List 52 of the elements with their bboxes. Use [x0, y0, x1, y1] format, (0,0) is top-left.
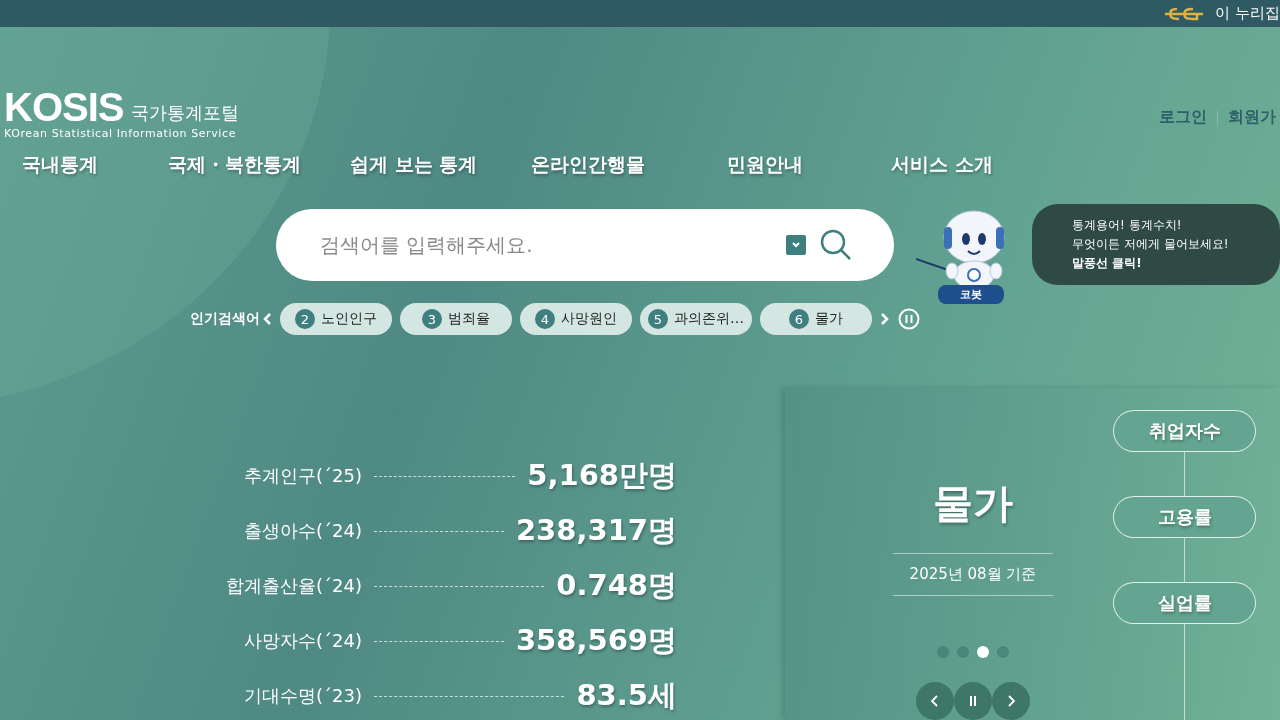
slide-dot[interactable]	[957, 646, 969, 658]
top-bar-text: 이 누리집	[1215, 4, 1280, 23]
chevron-left-icon	[929, 694, 941, 708]
keyword-chip[interactable]: 5 과의존위…	[640, 303, 752, 335]
logo-wordmark: KOSIS	[4, 89, 124, 125]
account-link[interactable]: 회원가	[1228, 107, 1276, 128]
previous-button[interactable]	[916, 682, 954, 720]
popular-keywords-label: 인기검색어	[190, 310, 260, 328]
keyword-chip[interactable]: 6 물가	[760, 303, 872, 335]
nav-menu-item[interactable]: 국제・북한통계	[168, 152, 350, 181]
stat-value: 238,317명	[515, 512, 677, 549]
chevron-right-icon	[1005, 694, 1017, 708]
indicator-tab[interactable]: 취업자수	[1113, 410, 1256, 452]
stat-label: 기대수명(´23)	[243, 684, 362, 708]
next-button[interactable]	[992, 682, 1030, 720]
stat-label: 합계출산율(´24)	[225, 574, 362, 598]
stat-label: 사망자수(´24)	[243, 629, 362, 653]
logo-subtitle: KOrean Statistical Information Service	[4, 127, 237, 140]
nav-menu-item[interactable]: 민원안내	[727, 152, 891, 181]
search-field[interactable]: 검색어를 입력해주세요.	[276, 209, 895, 281]
stat-label: 출생아수(´24)	[243, 519, 362, 543]
indicator-tab[interactable]: 고용률	[1113, 496, 1256, 538]
stat-value: 358,569명	[515, 622, 677, 659]
logo-title: 국가통계포털	[131, 101, 240, 125]
indicator-title: 물가	[933, 479, 1013, 528]
indicator-tab[interactable]: 실업률	[1113, 582, 1256, 624]
nav-menu-item[interactable]: 쉽게 보는 통계	[350, 152, 531, 181]
stat-label: 추계인구(´25)	[243, 464, 362, 488]
keyword-chip[interactable]: 3 범죄율	[400, 303, 512, 335]
account-link[interactable]: 로그인	[1159, 107, 1207, 128]
chevron-right-icon[interactable]	[880, 312, 890, 326]
indicator-date: 2025년 08월 기준	[893, 553, 1053, 596]
chatbot-name: 코봇	[938, 284, 1005, 304]
nav-menu-item[interactable]: 국내통계	[22, 152, 168, 181]
chevron-left-icon[interactable]	[262, 312, 272, 326]
stat-value: 83.5세	[576, 677, 677, 714]
keyword-chip[interactable]: 4 사망원인	[520, 303, 632, 335]
pause-icon	[967, 694, 979, 708]
chatbot-speech-bubble[interactable]: 통계용어! 통계수치! 무엇이든 저에게 물어보세요! 말풍선 클릭!	[1032, 203, 1280, 285]
keyword-chip[interactable]: 2 노인인구	[280, 303, 392, 335]
caret-icon	[791, 241, 802, 249]
pause-icon[interactable]	[898, 308, 920, 330]
site-logo[interactable]: KOSIS 국가통계포털 KOrean Statistical Information Service	[4, 89, 240, 140]
search-icon[interactable]	[820, 229, 853, 261]
stat-value: 0.748명	[556, 567, 677, 604]
slide-dot[interactable]	[977, 646, 989, 658]
nav-menu-item[interactable]: 온라인간행물	[531, 152, 727, 181]
nav-menu-item[interactable]: 서비스 소개	[891, 152, 1011, 181]
pause-button[interactable]	[954, 682, 992, 720]
stat-value: 5,168만명	[527, 457, 677, 494]
dropdown-button[interactable]	[786, 235, 807, 255]
slide-dot[interactable]	[997, 646, 1009, 658]
